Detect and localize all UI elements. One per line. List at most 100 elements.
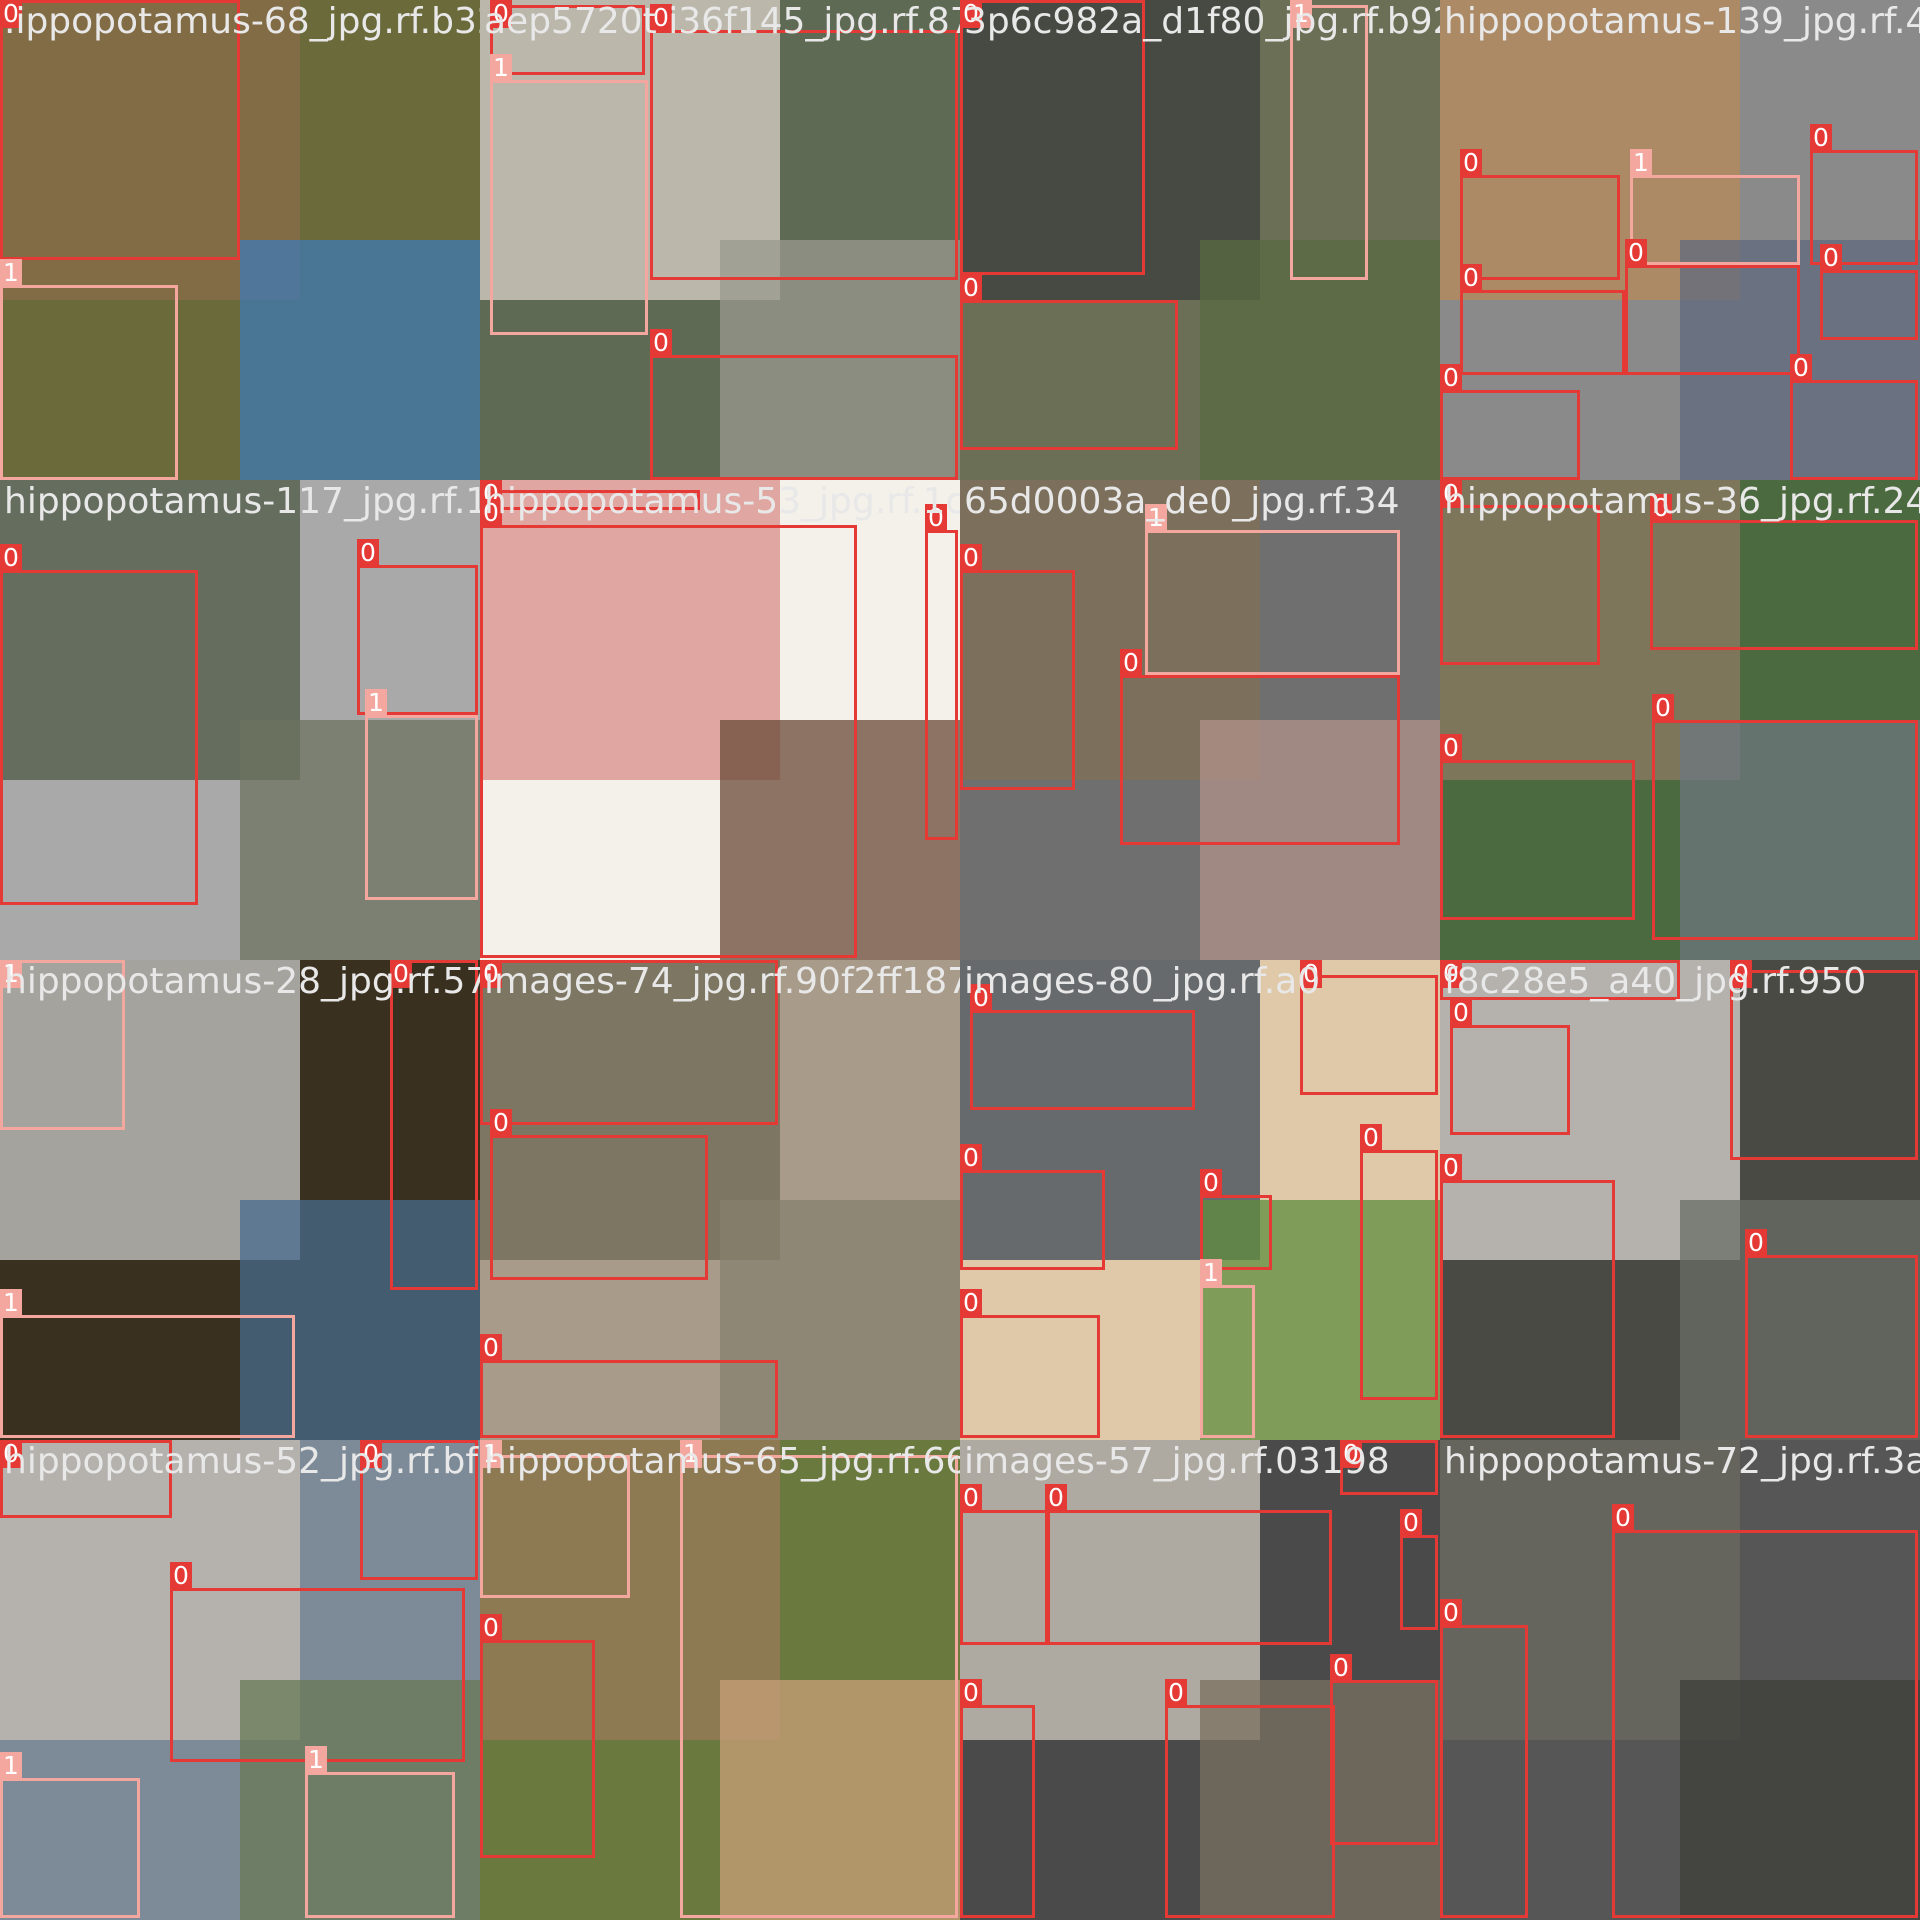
- class-label: 0: [170, 1562, 192, 1590]
- mosaic-tile: 1 0 1 hippopotamus-28_jpg.rf.578: [0, 960, 480, 1440]
- bounding-box: [1440, 505, 1600, 665]
- bounding-box: [1612, 1530, 1918, 1918]
- class-label: 1: [1145, 504, 1167, 532]
- class-label: 0: [357, 539, 379, 567]
- class-label: 0: [1730, 960, 1752, 988]
- bounding-box: [365, 715, 478, 900]
- bounding-box: [490, 5, 645, 75]
- class-label: 1: [480, 1440, 502, 1468]
- class-label: 0: [960, 1144, 982, 1172]
- bounding-box: [1650, 520, 1918, 650]
- bounding-box: [1440, 960, 1680, 1000]
- class-label: 0: [480, 1334, 502, 1362]
- bounding-box: [970, 1010, 1195, 1110]
- mosaic-tile: 0 0 1 hippopotamus-117_jpg.rf.1c: [0, 480, 480, 960]
- bounding-box: [490, 80, 648, 335]
- bounding-box: [1625, 265, 1800, 375]
- class-label: 1: [0, 259, 22, 287]
- class-label: 0: [0, 544, 22, 572]
- class-label: 0: [1440, 960, 1462, 988]
- bounding-box: [960, 570, 1075, 790]
- bounding-box: [1652, 720, 1918, 940]
- mosaic-grid: 0 1 .ippopotamus-68_jpg.rf.b32 0 1 0 0 aep5720t…: [0, 0, 1920, 1920]
- class-label: 0: [0, 1440, 22, 1468]
- bounding-box: [1790, 380, 1918, 480]
- bounding-box: [480, 1455, 630, 1598]
- mosaic-tile: 0 0 hippopotamus-72_jpg.rf.3a6: [1440, 1440, 1920, 1920]
- class-label: 0: [1300, 960, 1322, 988]
- class-label: 0: [1120, 649, 1142, 677]
- class-label: 1: [0, 960, 22, 988]
- mosaic-tile: 0 0 0 images-74_jpg.rf.90f2ff187: [480, 960, 960, 1440]
- bounding-box: [1460, 290, 1625, 375]
- bounding-box: [1360, 1150, 1438, 1400]
- class-label: 0: [960, 1679, 982, 1707]
- photo-region: [240, 240, 480, 480]
- bounding-box: [1400, 1535, 1438, 1630]
- bounding-box: [1460, 175, 1620, 280]
- class-label: 0: [1652, 694, 1674, 722]
- mosaic-tile: 0 0 0 0 hippopotamus-36_jpg.rf.24: [1440, 480, 1920, 960]
- bounding-box: [170, 1588, 465, 1762]
- bounding-box: [480, 1640, 595, 1858]
- class-label: 0: [1330, 1654, 1352, 1682]
- bounding-box: [480, 490, 700, 510]
- class-label: 0: [1400, 1509, 1422, 1537]
- class-label: 0: [970, 984, 992, 1012]
- class-label: 0: [1440, 480, 1462, 508]
- class-label: 0: [1790, 354, 1812, 382]
- class-label: 0: [490, 1109, 512, 1137]
- bounding-box: [960, 1170, 1105, 1270]
- bounding-box: [1330, 1680, 1438, 1845]
- class-label: 0: [1440, 1154, 1462, 1182]
- class-label: 0: [1810, 124, 1832, 152]
- mosaic-tile: 0 0 0 0 0 0 1 images-80_jpg.rf.a0: [960, 960, 1440, 1440]
- mosaic-tile: 0 0 0 0 0 0 0 images-57_jpg.rf.03198: [960, 1440, 1440, 1920]
- bounding-box: [1440, 1180, 1615, 1438]
- bounding-box: [305, 1772, 455, 1918]
- bounding-box: [960, 300, 1178, 450]
- class-label: 0: [0, 0, 22, 28]
- class-label: 0: [925, 504, 947, 532]
- bounding-box: [480, 1360, 778, 1438]
- class-label: 0: [960, 274, 982, 302]
- class-label: 0: [1745, 1229, 1767, 1257]
- bounding-box: [1165, 1705, 1335, 1918]
- mosaic-tile: 0 0 0 0 0 f8c28e5_a40_jpg.rf.950: [1440, 960, 1920, 1440]
- class-label: 0: [1460, 264, 1482, 292]
- bounding-box: [1450, 1025, 1570, 1135]
- bounding-box: [960, 1705, 1035, 1918]
- bounding-box: [1300, 975, 1438, 1095]
- bounding-box: [925, 530, 958, 840]
- bounding-box: [0, 285, 178, 480]
- bounding-box: [480, 525, 857, 958]
- bounding-box: [1200, 1285, 1255, 1438]
- bounding-box: [1630, 175, 1800, 265]
- class-label: 0: [1340, 1440, 1362, 1468]
- bounding-box: [650, 355, 958, 480]
- mosaic-tile: 0 0 0 hippopotamus-53_jpg.rf.1c: [480, 480, 960, 960]
- class-label: 0: [1200, 1169, 1222, 1197]
- class-label: 0: [1612, 1504, 1634, 1532]
- class-label: 0: [390, 960, 412, 988]
- class-label: 1: [490, 54, 512, 82]
- bounding-box: [0, 570, 198, 905]
- bounding-box: [1440, 1625, 1528, 1918]
- mosaic-tile: 0 1 0 0 aep5720t i36f145_jpg.rf.87: [480, 0, 960, 480]
- bounding-box: [960, 0, 1145, 275]
- class-label: 0: [1625, 239, 1647, 267]
- bounding-box: [1045, 1510, 1332, 1645]
- class-label: 0: [480, 499, 502, 527]
- bounding-box: [1145, 530, 1400, 675]
- class-label: 0: [480, 960, 502, 988]
- class-label: 1: [1200, 1259, 1222, 1287]
- bounding-box: [0, 1315, 295, 1438]
- bounding-box: [390, 960, 478, 1290]
- bounding-box: [960, 1510, 1050, 1645]
- bounding-box: [650, 30, 958, 280]
- bounding-box: [0, 1778, 140, 1918]
- class-label: 1: [680, 1440, 702, 1468]
- class-label: 1: [365, 689, 387, 717]
- mosaic-tile: 0 1 0 0 0 0 0 0 hippopotamus-139_jpg.rf.46: [1440, 0, 1920, 480]
- class-label: 0: [1650, 494, 1672, 522]
